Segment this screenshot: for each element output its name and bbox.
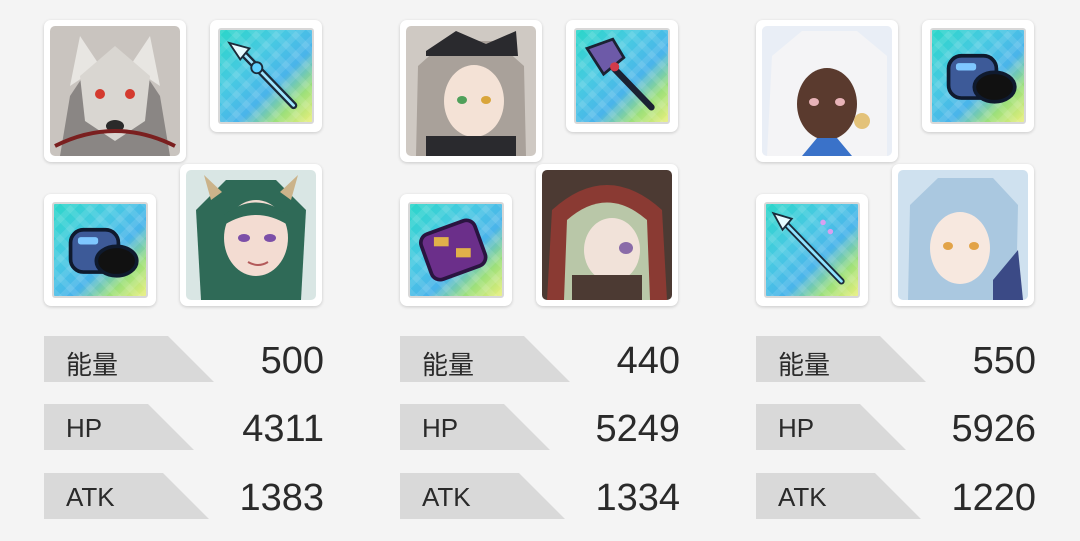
team-card-3: 能量 550 HP 5926 ATK 1220 — [756, 0, 1046, 541]
character-portrait-4[interactable] — [536, 164, 678, 306]
grey-haired-cat-portrait — [406, 26, 536, 156]
character-portrait-1[interactable] — [44, 20, 186, 162]
stat-label-atk: ATK — [66, 482, 115, 512]
character-portrait-6[interactable] — [892, 164, 1034, 306]
weapon-slot-4[interactable] — [400, 194, 512, 306]
white-haired-dark-skin-portrait — [762, 26, 892, 156]
stat-value-atk: 1334 — [595, 477, 680, 519]
team-card-1: 能量 500 HP 4311 ATK 1383 — [44, 0, 334, 541]
character-portrait-2[interactable] — [180, 164, 322, 306]
purple-gauntlet-weapon-icon — [408, 202, 504, 298]
weapon-slot-1[interactable] — [210, 20, 322, 132]
stat-label-energy: 能量 — [422, 350, 475, 380]
spear-weapon-icon — [764, 202, 860, 298]
hooded-green-haired-portrait — [542, 170, 672, 300]
weapon-slot-6[interactable] — [756, 194, 868, 306]
stat-row-energy: 能量 500 — [44, 336, 324, 382]
stat-value-hp: 5249 — [595, 408, 680, 450]
spear-weapon-icon — [218, 28, 314, 124]
stat-label-hp: HP — [778, 413, 815, 443]
stat-row-hp: HP 5249 — [400, 404, 680, 450]
stat-row-energy: 能量 440 — [400, 336, 680, 382]
stat-value-hp: 5926 — [951, 408, 1036, 450]
stat-label-hp: HP — [66, 413, 103, 443]
weapon-slot-5[interactable] — [922, 20, 1034, 132]
weapon-slot-2[interactable] — [44, 194, 156, 306]
gauntlet-weapon-icon — [930, 28, 1026, 124]
team-card-2: 能量 440 HP 5249 ATK 1334 — [400, 0, 690, 541]
stat-value-hp: 4311 — [242, 408, 324, 450]
stat-row-atk: ATK 1383 — [44, 473, 324, 519]
stat-value-energy: 500 — [260, 340, 324, 382]
character-portrait-3[interactable] — [400, 20, 542, 162]
stat-value-atk: 1220 — [951, 477, 1036, 519]
stat-row-atk: ATK 1220 — [756, 473, 1036, 519]
wolf-knight-portrait — [50, 26, 180, 156]
stat-value-atk: 1383 — [239, 477, 324, 519]
stat-label-hp: HP — [422, 413, 459, 443]
stat-value-energy: 440 — [616, 340, 680, 382]
stat-label-atk: ATK — [778, 482, 827, 512]
stat-row-energy: 能量 550 — [756, 336, 1036, 382]
light-blue-haired-portrait — [898, 170, 1028, 300]
stat-label-energy: 能量 — [778, 350, 831, 380]
stat-row-hp: HP 5926 — [756, 404, 1036, 450]
weapon-slot-3[interactable] — [566, 20, 678, 132]
green-haired-horned-portrait — [186, 170, 316, 300]
stat-label-energy: 能量 — [66, 350, 119, 380]
stat-label-atk: ATK — [422, 482, 471, 512]
axe-weapon-icon — [574, 28, 670, 124]
stat-value-energy: 550 — [972, 340, 1036, 382]
character-portrait-5[interactable] — [756, 20, 898, 162]
gauntlet-weapon-icon — [52, 202, 148, 298]
stat-row-hp: HP 4311 — [44, 404, 324, 450]
stat-row-atk: ATK 1334 — [400, 473, 680, 519]
